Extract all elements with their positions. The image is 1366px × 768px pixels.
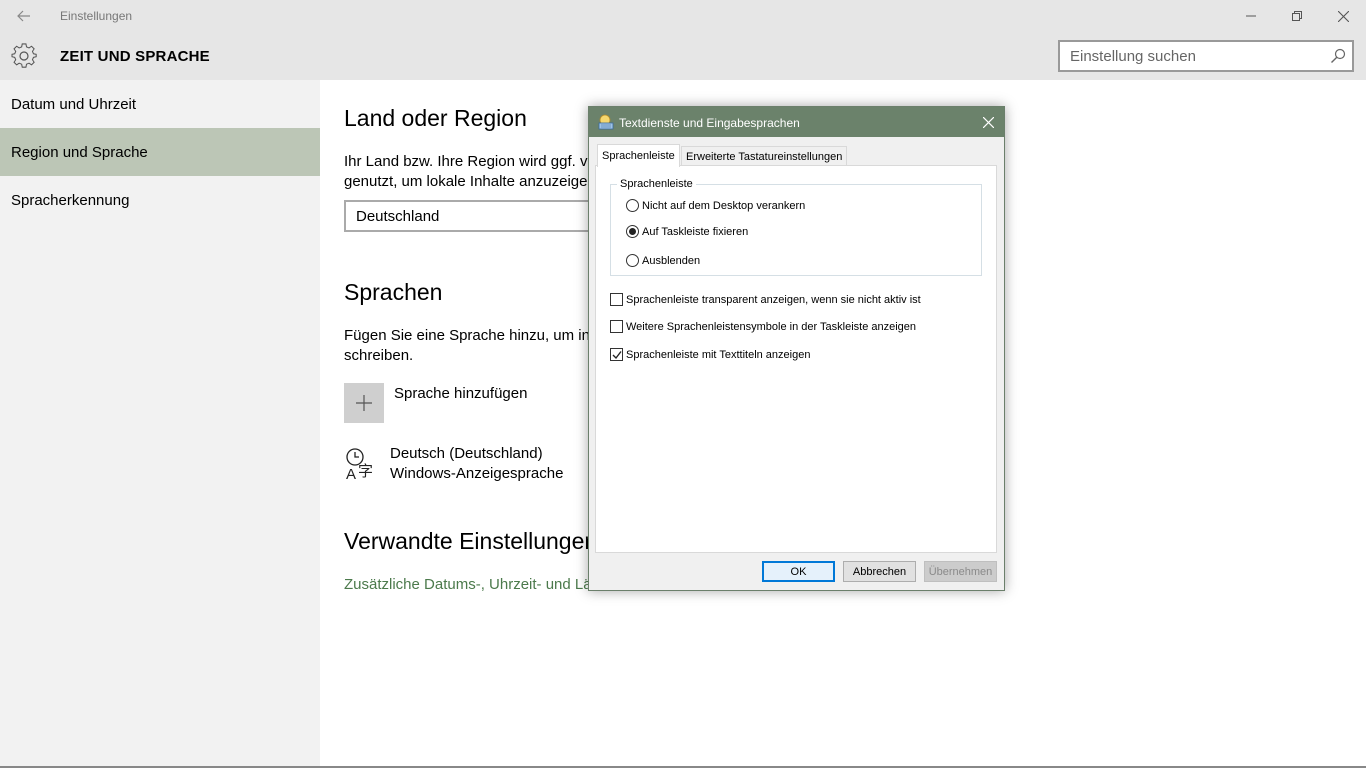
radio-taskbar-fixed[interactable]: Auf Taskleiste fixieren <box>626 225 748 238</box>
related-settings-heading: Verwandte Einstellungen <box>344 528 598 554</box>
apply-button[interactable]: Übernehmen <box>924 561 997 582</box>
group-label: Sprachenleiste <box>617 178 696 190</box>
tab-panel: Sprachenleiste Nicht auf dem Desktop ver… <box>595 165 997 553</box>
checkbox-text-labels[interactable]: Sprachenleiste mit Texttiteln anzeigen <box>610 348 810 361</box>
restore-icon <box>1292 11 1302 21</box>
radio-hidden[interactable]: Ausblenden <box>626 254 700 267</box>
dialog-title: Textdienste und Eingabesprachen <box>619 116 800 130</box>
search-icon[interactable] <box>1330 48 1346 64</box>
radio-button[interactable] <box>626 199 639 212</box>
plus-icon <box>356 395 372 411</box>
language-name[interactable]: Deutsch (Deutschland) <box>390 445 543 462</box>
checkmark-icon <box>612 351 622 360</box>
sidebar-item-label: Region und Sprache <box>11 143 148 161</box>
cancel-button[interactable]: Abbrechen <box>843 561 916 582</box>
dialog-title-bar[interactable]: Textdienste und Eingabesprachen <box>589 107 1004 137</box>
text-services-dialog: Textdienste und Eingabesprachen Sprachen… <box>588 106 1005 591</box>
gear-icon <box>11 43 37 68</box>
languages-heading: Sprachen <box>344 279 443 305</box>
radio-label: Auf Taskleiste fixieren <box>642 225 749 238</box>
radio-not-docked[interactable]: Nicht auf dem Desktop verankern <box>626 199 805 212</box>
checkbox-label: Sprachenleiste transparent anzeigen, wen… <box>626 293 921 306</box>
sidebar: Datum und Uhrzeit Region und Sprache Spr… <box>0 80 320 768</box>
close-icon <box>1337 10 1349 22</box>
restore-button[interactable] <box>1274 0 1320 32</box>
tab-erweiterte-tastatureinstellungen[interactable]: Erweiterte Tastatureinstellungen <box>681 146 848 166</box>
tab-label: Erweiterte Tastatureinstellungen <box>686 150 843 163</box>
tab-label: Sprachenleiste <box>602 150 675 162</box>
title-bar: Einstellungen <box>0 0 1366 32</box>
checkbox-label: Weitere Sprachenleistensymbole in der Ta… <box>626 320 917 333</box>
svg-text:字: 字 <box>358 462 373 480</box>
dialog-close-button[interactable] <box>978 112 998 132</box>
sidebar-item-datum-uhrzeit[interactable]: Datum und Uhrzeit <box>0 80 320 128</box>
page-header: ZEIT UND SPRACHE <box>0 32 1366 80</box>
languages-description-line1: Fügen Sie eine Sprache hinzu, um in d <box>344 327 603 344</box>
close-icon <box>982 116 994 128</box>
ok-button[interactable]: OK <box>762 561 835 582</box>
checkbox[interactable] <box>610 320 623 333</box>
country-value: Deutschland <box>356 207 440 225</box>
region-description-line1: Ihr Land bzw. Ihre Region wird ggf. vo <box>344 153 596 170</box>
language-icon: A 字 <box>346 448 373 482</box>
language-subtitle: Windows-Anzeigesprache <box>390 465 564 482</box>
close-button[interactable] <box>1320 0 1366 32</box>
radio-label: Nicht auf dem Desktop verankern <box>642 199 806 212</box>
radio-button[interactable] <box>626 254 639 267</box>
checkbox-additional-icons[interactable]: Weitere Sprachenleistensymbole in der Ta… <box>610 320 916 333</box>
checkbox-transparent[interactable]: Sprachenleiste transparent anzeigen, wen… <box>610 293 921 306</box>
minimize-button[interactable] <box>1228 0 1274 32</box>
region-heading: Land oder Region <box>344 105 527 131</box>
arrow-left-icon <box>17 10 30 22</box>
sidebar-item-label: Spracherkennung <box>11 191 130 209</box>
language-bar-group: Sprachenleiste Nicht auf dem Desktop ver… <box>610 178 982 276</box>
minimize-icon <box>1246 15 1256 17</box>
checkbox-label: Sprachenleiste mit Texttiteln anzeigen <box>626 348 811 361</box>
search-input[interactable] <box>1060 42 1320 70</box>
keyboard-app-icon <box>598 114 614 130</box>
languages-description-line2: schreiben. <box>344 347 414 364</box>
back-button[interactable] <box>8 0 40 32</box>
app-title: Einstellungen <box>60 9 133 23</box>
checkbox[interactable] <box>610 293 623 306</box>
tab-sprachenleiste[interactable]: Sprachenleiste <box>597 144 680 167</box>
checkbox[interactable] <box>610 348 623 361</box>
search-box[interactable] <box>1058 40 1354 72</box>
radio-button[interactable] <box>626 225 639 238</box>
region-description-line2: genutzt, um lokale Inhalte anzuzeigen <box>344 173 596 190</box>
sidebar-item-region-sprache[interactable]: Region und Sprache <box>0 128 320 176</box>
add-language-button[interactable] <box>344 383 384 423</box>
add-language-label[interactable]: Sprache hinzufügen <box>394 385 527 402</box>
sidebar-item-label: Datum und Uhrzeit <box>11 95 137 113</box>
radio-label: Ausblenden <box>642 254 701 267</box>
related-settings-link[interactable]: Zusätzliche Datums-, Uhrzeit- und Lä <box>344 576 592 593</box>
page-title: ZEIT UND SPRACHE <box>60 48 210 65</box>
sidebar-item-spracherkennung[interactable]: Spracherkennung <box>0 176 320 224</box>
svg-text:A: A <box>346 466 356 482</box>
